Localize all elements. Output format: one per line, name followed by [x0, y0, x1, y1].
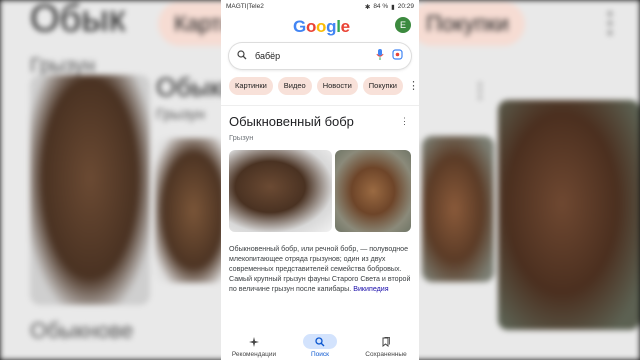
background-beaver-image	[155, 138, 225, 283]
battery-label: 84 %	[373, 3, 389, 10]
background-subtitle-2: Грызун	[156, 106, 205, 123]
lens-icon[interactable]	[392, 47, 403, 65]
search-input[interactable]: бабёр	[255, 51, 368, 61]
google-header: Google E	[221, 13, 419, 39]
search-icon	[303, 334, 337, 349]
panel-more-icon[interactable]: ⋮	[400, 116, 409, 127]
status-bar: MAGTI|Tele2 ✱ 84 % ▮ 20:29	[221, 0, 419, 13]
image-strip	[229, 150, 411, 232]
background-more-icon: ⋮	[470, 78, 490, 103]
beaver-image[interactable]	[229, 150, 332, 232]
wikipedia-link[interactable]: Википедия	[353, 285, 388, 293]
chip-shopping[interactable]: Покупки	[362, 77, 403, 95]
phone-screen: MAGTI|Tele2 ✱ 84 % ▮ 20:29 Google E бабё…	[221, 0, 419, 360]
background-more-icon: ⋮	[596, 6, 624, 39]
search-icon	[237, 47, 247, 65]
background-title-fragment: Обык	[30, 0, 126, 40]
nav-search[interactable]: Поиск	[290, 334, 350, 358]
carrier-label: MAGTI|Tele2	[226, 3, 264, 10]
clock-label: 20:29	[397, 3, 414, 10]
more-options-icon[interactable]: ⋮	[408, 77, 419, 95]
background-beaver-image	[498, 100, 640, 330]
search-bar[interactable]: бабёр	[229, 43, 411, 69]
bluetooth-icon: ✱	[364, 3, 371, 11]
nav-label: Поиск	[310, 351, 329, 358]
nav-saved[interactable]: Сохраненные	[356, 334, 416, 358]
bottom-navigation: Рекомендации Поиск Сохраненные	[221, 328, 419, 360]
knowledge-panel-description: Обыкновенный бобр, или речной бобр, — по…	[221, 232, 419, 294]
nav-recommendations[interactable]: Рекомендации	[224, 334, 284, 358]
chip-news[interactable]: Новости	[316, 77, 358, 95]
background-beaver-image	[30, 75, 150, 305]
background-text-fragment: Обыкнове	[30, 318, 134, 343]
account-avatar[interactable]: E	[395, 17, 411, 33]
knowledge-panel-title: Обыкновенный бобр	[229, 114, 354, 129]
google-logo[interactable]: Google	[293, 17, 350, 37]
knowledge-panel-subtitle: Грызун	[229, 133, 254, 142]
bookmarks-icon	[369, 334, 403, 349]
search-filter-chips: Картинки Видео Новости Покупки ⋮	[221, 69, 419, 95]
nav-label: Рекомендации	[231, 351, 277, 358]
mic-icon[interactable]	[376, 47, 384, 65]
battery-icon: ▮	[391, 3, 395, 11]
background-chip: Покупки	[410, 2, 525, 46]
sparkle-icon	[237, 334, 271, 349]
knowledge-panel: Обыкновенный бобр Грызун ⋮	[221, 106, 419, 232]
beaver-image[interactable]	[334, 150, 411, 232]
nav-label: Сохраненные	[365, 351, 407, 358]
background-beaver-image	[422, 136, 494, 282]
chip-video[interactable]: Видео	[277, 77, 312, 95]
chip-images[interactable]: Картинки	[229, 77, 273, 95]
